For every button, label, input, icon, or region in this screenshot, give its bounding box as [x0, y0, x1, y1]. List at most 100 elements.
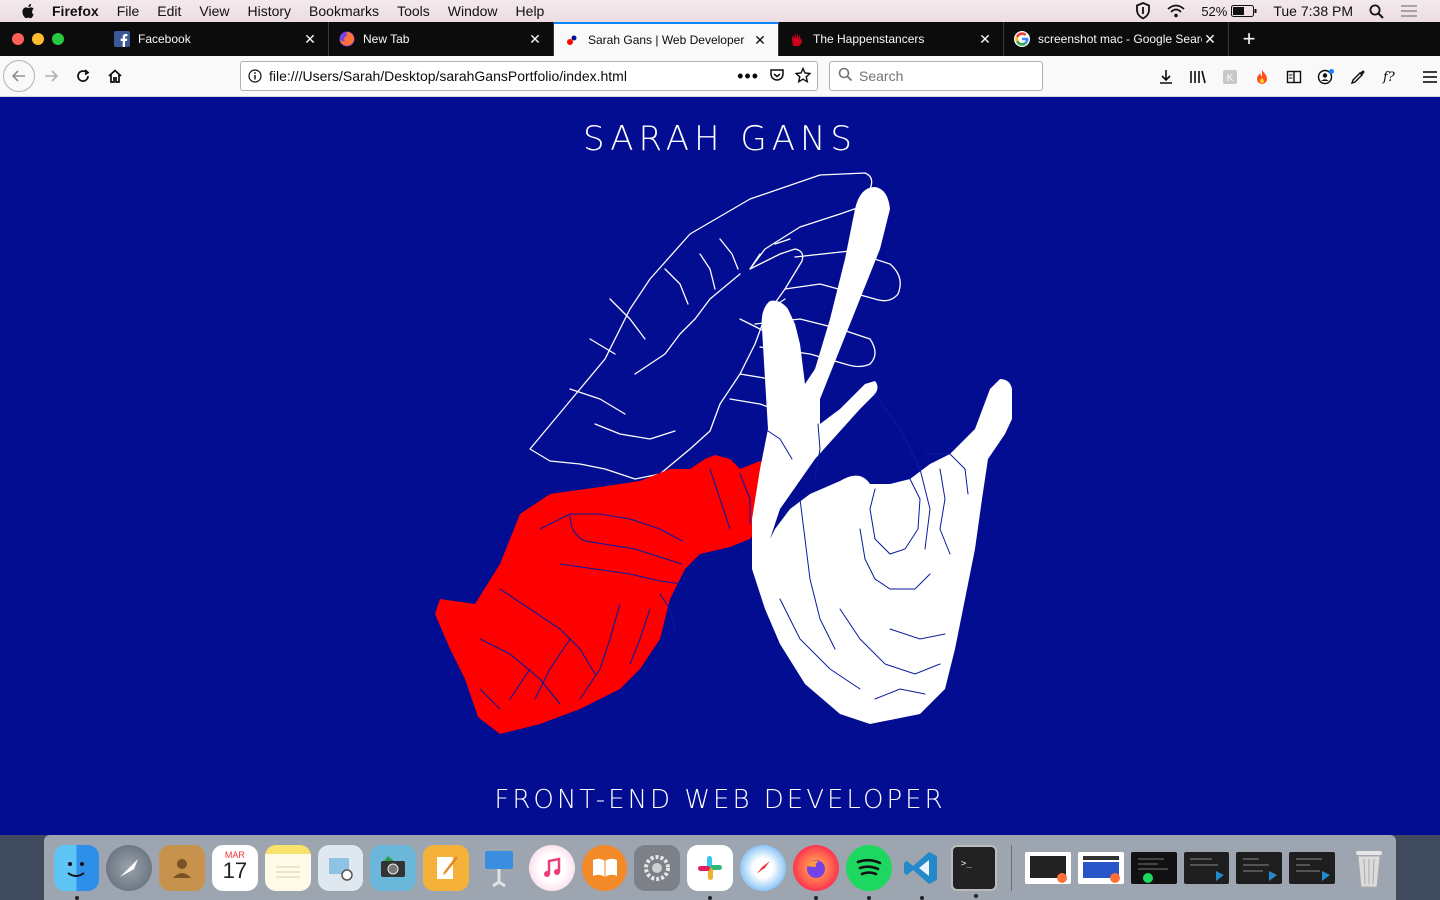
menu-bookmarks[interactable]: Bookmarks — [309, 3, 379, 19]
running-indicator — [74, 895, 79, 900]
site-info-icon[interactable] — [241, 69, 269, 83]
running-indicator — [919, 895, 924, 900]
google-icon — [1014, 31, 1030, 47]
tab-title: New Tab — [363, 32, 410, 46]
tab-new-tab[interactable]: New Tab ✕ — [329, 22, 554, 56]
search-bar[interactable]: Search — [829, 61, 1043, 91]
minimized-window-thumbnail[interactable] — [1130, 851, 1177, 884]
minimized-window-thumbnail[interactable] — [1236, 851, 1283, 884]
keynote-icon[interactable] — [476, 845, 522, 891]
clock[interactable]: Tue 7:38 PM — [1273, 3, 1353, 19]
hand-favicon-icon — [789, 31, 805, 47]
navigation-toolbar: file:///Users/Sarah/Desktop/sarahGansPor… — [0, 56, 1440, 97]
minimized-window-thumbnail[interactable] — [1077, 851, 1124, 884]
reader-view-icon[interactable] — [1278, 61, 1310, 93]
minimized-window-thumbnail[interactable] — [1289, 851, 1336, 884]
pocket-icon[interactable] — [769, 67, 785, 86]
close-tab-icon[interactable]: ✕ — [1202, 31, 1218, 48]
library-icon[interactable] — [1182, 61, 1214, 93]
ibooks-icon[interactable] — [581, 844, 628, 891]
apple-menu-icon[interactable] — [20, 2, 38, 20]
zoom-window-button[interactable] — [52, 33, 64, 45]
font-finder-icon[interactable]: f? — [1374, 61, 1406, 93]
url-bar[interactable]: file:///Users/Sarah/Desktop/sarahGansPor… — [240, 61, 818, 91]
running-indicator — [866, 895, 871, 900]
menu-file[interactable]: File — [117, 3, 140, 19]
calendar-icon[interactable]: MAR 17 — [211, 844, 258, 891]
menu-edit[interactable]: Edit — [157, 3, 181, 19]
tab-title: Sarah Gans | Web Developer — [588, 33, 745, 47]
close-window-button[interactable] — [12, 33, 24, 45]
trash-icon[interactable] — [1347, 845, 1393, 891]
account-icon[interactable] — [1310, 61, 1342, 93]
slack-icon[interactable] — [687, 844, 734, 900]
eyedropper-icon[interactable] — [1342, 61, 1374, 93]
forward-button[interactable] — [35, 60, 67, 92]
dock-separator — [1010, 844, 1012, 891]
menu-window[interactable]: Window — [448, 3, 498, 19]
downloads-icon[interactable] — [1150, 61, 1182, 93]
search-icon — [838, 67, 853, 85]
menu-view[interactable]: View — [199, 3, 229, 19]
running-indicator — [813, 895, 818, 900]
tab-google-search[interactable]: screenshot mac - Google Search ✕ — [1004, 22, 1229, 56]
reload-button[interactable] — [67, 60, 99, 92]
hamburger-menu-icon[interactable] — [1414, 61, 1440, 93]
search-placeholder: Search — [859, 68, 904, 84]
page-content: SARAH GANS FRONT-END WEB DEVELOPER — [0, 97, 1440, 835]
svg-text:K: K — [1227, 73, 1234, 84]
minimize-window-button[interactable] — [32, 33, 44, 45]
spotify-icon[interactable] — [845, 844, 892, 900]
firefox-dock-icon[interactable] — [792, 844, 839, 900]
page-actions-icon[interactable]: ••• — [737, 67, 759, 85]
close-tab-icon[interactable]: ✕ — [527, 31, 543, 48]
pages-icon[interactable] — [423, 844, 469, 891]
close-tab-icon[interactable]: ✕ — [302, 31, 318, 48]
running-indicator — [708, 895, 713, 900]
site-favicon-icon — [564, 32, 580, 48]
finder-icon[interactable] — [53, 844, 100, 900]
bookmark-star-icon[interactable] — [794, 66, 812, 86]
battery-icon[interactable] — [1231, 5, 1257, 17]
spotlight-search-icon[interactable] — [1369, 4, 1384, 19]
menu-history[interactable]: History — [247, 3, 291, 19]
minimized-window-thumbnail[interactable] — [1183, 851, 1230, 884]
itunes-icon[interactable] — [528, 844, 575, 891]
menu-app-name[interactable]: Firefox — [52, 3, 99, 19]
red-hand — [435, 455, 772, 734]
extension-k-icon[interactable]: K — [1214, 61, 1246, 93]
notification-center-icon[interactable] — [1400, 4, 1418, 18]
back-button[interactable] — [3, 60, 35, 92]
menu-tools[interactable]: Tools — [397, 3, 430, 19]
shield-status-icon[interactable] — [1135, 2, 1151, 20]
wifi-icon[interactable] — [1167, 4, 1185, 18]
menu-help[interactable]: Help — [516, 3, 545, 19]
close-tab-icon[interactable]: ✕ — [977, 31, 993, 48]
battery-percent[interactable]: 52% — [1201, 4, 1227, 19]
vscode-icon[interactable] — [899, 845, 945, 900]
preview-icon[interactable] — [317, 844, 364, 891]
system-preferences-icon[interactable] — [634, 844, 681, 891]
tab-facebook[interactable]: Facebook ✕ — [104, 22, 329, 56]
notes-icon[interactable] — [264, 844, 311, 891]
tab-sarah-gans[interactable]: Sarah Gans | Web Developer ✕ — [554, 22, 779, 56]
home-button[interactable] — [99, 60, 131, 92]
image-capture-icon[interactable] — [370, 844, 417, 891]
new-tab-button[interactable]: + — [1229, 22, 1269, 56]
extension-flame-icon[interactable] — [1246, 61, 1278, 93]
close-tab-icon[interactable]: ✕ — [752, 32, 768, 49]
tab-happenstancers[interactable]: The Happenstancers ✕ — [779, 22, 1004, 56]
window-controls — [0, 22, 104, 56]
dock: MAR 17 >_ — [44, 835, 1396, 900]
toolbar-buttons: K f? — [1150, 56, 1440, 97]
safari-icon[interactable] — [740, 844, 786, 891]
terminal-icon[interactable]: >_ — [951, 844, 998, 898]
running-indicator — [974, 893, 979, 898]
launchpad-icon[interactable] — [106, 844, 153, 891]
url-text[interactable]: file:///Users/Sarah/Desktop/sarahGansPor… — [269, 68, 737, 84]
site-title: SARAH GANS — [583, 119, 857, 159]
contacts-icon[interactable] — [159, 844, 205, 891]
minimized-window-thumbnail[interactable] — [1025, 851, 1071, 884]
hands-illustration — [435, 172, 1012, 734]
menu-bar: Firefox File Edit View History Bookmarks… — [0, 0, 1440, 22]
